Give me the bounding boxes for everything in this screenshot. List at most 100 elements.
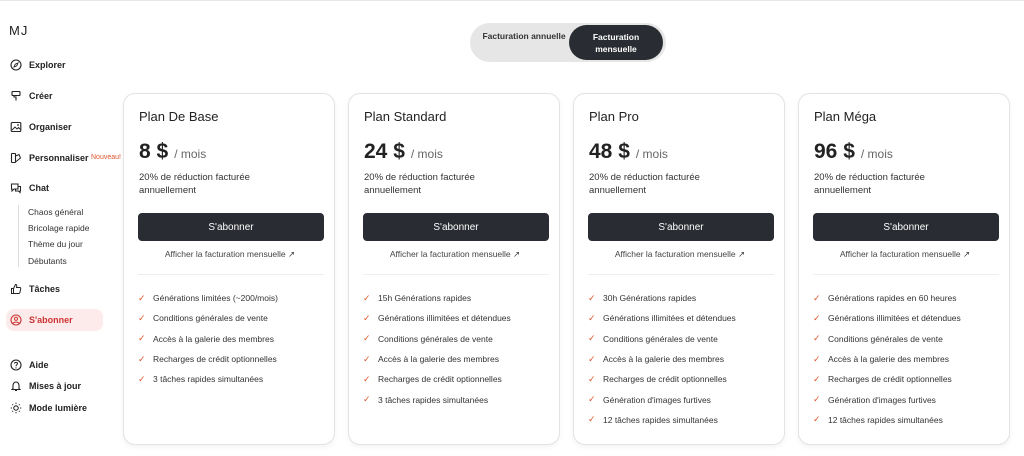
new-badge: Nouveau! xyxy=(91,154,121,161)
plan-name: Plan Pro xyxy=(589,109,639,124)
feature-item: ✓ 30h Générations rapides xyxy=(588,288,736,308)
monthly-billing-link[interactable]: Afficher la facturation mensuelle ↗ xyxy=(574,249,786,260)
sidebar-item-mode-lumiere[interactable]: Mode lumière xyxy=(6,397,106,419)
check-icon: ✓ xyxy=(588,414,596,425)
feature-text: Générations rapides en 60 heures xyxy=(828,293,957,304)
chat-channel-bricolage-rapide[interactable]: Bricolage rapide xyxy=(28,223,89,233)
check-icon: ✓ xyxy=(813,312,821,323)
check-icon: ✓ xyxy=(363,353,371,364)
subscribe-button[interactable]: S'abonner xyxy=(813,213,999,241)
check-icon: ✓ xyxy=(588,312,596,323)
monthly-billing-link[interactable]: Afficher la facturation mensuelle ↗ xyxy=(799,249,1011,260)
subscribe-button[interactable]: S'abonner xyxy=(138,213,324,241)
check-icon: ✓ xyxy=(588,292,596,303)
feature-item: ✓ Générations illimitées et détendues xyxy=(813,308,961,328)
feature-item: ✓ 12 tâches rapides simultanées xyxy=(813,410,961,430)
help-icon xyxy=(10,359,22,371)
price-period: / mois xyxy=(635,147,668,161)
check-icon: ✓ xyxy=(363,312,371,323)
check-icon: ✓ xyxy=(138,353,146,364)
plan-discount: 20% de réduction facturée annuellement xyxy=(364,172,475,196)
card-divider xyxy=(813,274,999,275)
feature-text: Conditions générales de vente xyxy=(153,313,268,324)
sidebar: MJ Explorer Créer Organiser Personnalise… xyxy=(0,0,121,456)
bell-icon xyxy=(10,381,22,391)
palette-icon xyxy=(10,152,22,164)
sidebar-item-label: Mises à jour xyxy=(29,381,82,391)
user-circle-icon xyxy=(10,314,22,326)
monthly-billing-link[interactable]: Afficher la facturation mensuelle ↗ xyxy=(349,249,561,260)
image-icon xyxy=(10,121,22,133)
feature-text: Générations illimitées et détendues xyxy=(828,313,961,324)
plan-name: Plan De Base xyxy=(139,109,219,124)
sidebar-item-label: Chat xyxy=(29,183,49,193)
feature-text: 30h Générations rapides xyxy=(603,293,697,304)
price-amount: 24 $ xyxy=(364,140,405,163)
app-logo[interactable]: MJ xyxy=(9,23,28,38)
check-icon: ✓ xyxy=(813,292,821,303)
monthly-billing-link[interactable]: Afficher la facturation mensuelle ↗ xyxy=(124,249,336,260)
feature-item: ✓ Génération d'images furtives xyxy=(588,389,736,409)
price-amount: 48 $ xyxy=(589,140,630,163)
feature-item: ✓ Recharges de crédit optionnelles xyxy=(588,369,736,389)
check-icon: ✓ xyxy=(813,414,821,425)
billing-toggle: Facturation annuelle Facturation mensuel… xyxy=(470,23,666,62)
feature-list: ✓ 15h Générations rapides ✓ Générations … xyxy=(363,288,511,410)
plan-name: Plan Méga xyxy=(814,109,877,124)
check-icon: ✓ xyxy=(138,373,146,384)
sidebar-item-chat[interactable]: Chat xyxy=(6,177,106,199)
feature-item: ✓ Accès à la galerie des membres xyxy=(138,329,278,349)
sidebar-item-aide[interactable]: Aide xyxy=(6,354,106,376)
plan-discount: 20% de réduction facturée annuellement xyxy=(139,172,250,196)
feature-item: ✓ Générations illimitées et détendues xyxy=(588,308,736,328)
plan-discount: 20% de réduction facturée annuellement xyxy=(814,172,925,196)
plan-card: Plan Méga 96 $ / mois 20% de réduction f… xyxy=(798,93,1010,445)
feature-text: Conditions générales de vente xyxy=(603,333,718,344)
subscribe-button[interactable]: S'abonner xyxy=(363,213,549,241)
sidebar-item-creer[interactable]: Créer xyxy=(6,85,106,107)
feature-list: ✓ Générations limitées (~200/mois) ✓ Con… xyxy=(138,288,278,389)
thumbs-up-icon xyxy=(11,283,22,294)
feature-text: Accès à la galerie des membres xyxy=(153,333,274,344)
billing-monthly-label-line2: mensuelle xyxy=(595,44,637,54)
billing-monthly-option[interactable]: Facturation mensuelle xyxy=(569,25,663,60)
sidebar-item-organiser[interactable]: Organiser xyxy=(6,116,106,138)
sidebar-item-taches[interactable]: Tâches xyxy=(6,278,106,300)
sidebar-item-label: Mode lumière xyxy=(29,403,88,413)
feature-text: 3 tâches rapides simultanées xyxy=(378,394,489,405)
plan-card: Plan Standard 24 $ / mois 20% de réducti… xyxy=(348,93,560,445)
chat-channel-theme-du-jour[interactable]: Thème du jour xyxy=(28,239,83,249)
feature-item: ✓ Conditions générales de vente xyxy=(138,308,278,328)
plan-card: Plan Pro 48 $ / mois 20% de réduction fa… xyxy=(573,93,785,445)
feature-item: ✓ Recharges de crédit optionnelles xyxy=(813,369,961,389)
price-amount: 8 $ xyxy=(139,140,169,163)
billing-monthly-label-line1: Facturation xyxy=(592,32,640,42)
card-divider xyxy=(363,274,549,275)
feature-text: Accès à la galerie des membres xyxy=(603,354,724,365)
feature-text: Recharges de crédit optionnelles xyxy=(153,354,277,365)
plan-price: 96 $ / mois xyxy=(814,140,893,164)
feature-item: ✓ 15h Générations rapides xyxy=(363,288,511,308)
sidebar-item-label: Aide xyxy=(29,360,49,370)
feature-item: ✓ Générations limitées (~200/mois) xyxy=(138,288,278,308)
chat-sub-divider xyxy=(18,205,19,267)
check-icon: ✓ xyxy=(813,353,821,364)
sidebar-item-label: Créer xyxy=(29,91,53,101)
check-icon: ✓ xyxy=(363,292,371,303)
sidebar-item-label: Organiser xyxy=(29,122,72,132)
check-icon: ✓ xyxy=(363,373,371,384)
chat-channel-chaos-general[interactable]: Chaos général xyxy=(28,207,83,217)
feature-text: Génération d'images furtives xyxy=(828,394,936,405)
sidebar-item-mises-a-jour[interactable]: Mises à jour xyxy=(6,375,106,397)
feature-text: Conditions générales de vente xyxy=(378,333,493,344)
billing-annual-option[interactable]: Facturation annuelle xyxy=(476,31,572,41)
sidebar-item-explorer[interactable]: Explorer xyxy=(6,54,106,76)
feature-item: ✓ Recharges de crédit optionnelles xyxy=(363,369,511,389)
chat-channel-debutants[interactable]: Débutants xyxy=(28,256,67,266)
card-divider xyxy=(138,274,324,275)
feature-item: ✓ Conditions générales de vente xyxy=(813,329,961,349)
subscribe-button[interactable]: S'abonner xyxy=(588,213,774,241)
sidebar-item-sabonner[interactable]: S'abonner xyxy=(6,309,103,331)
check-icon: ✓ xyxy=(138,333,146,344)
feature-item: ✓ Générations illimitées et détendues xyxy=(363,308,511,328)
